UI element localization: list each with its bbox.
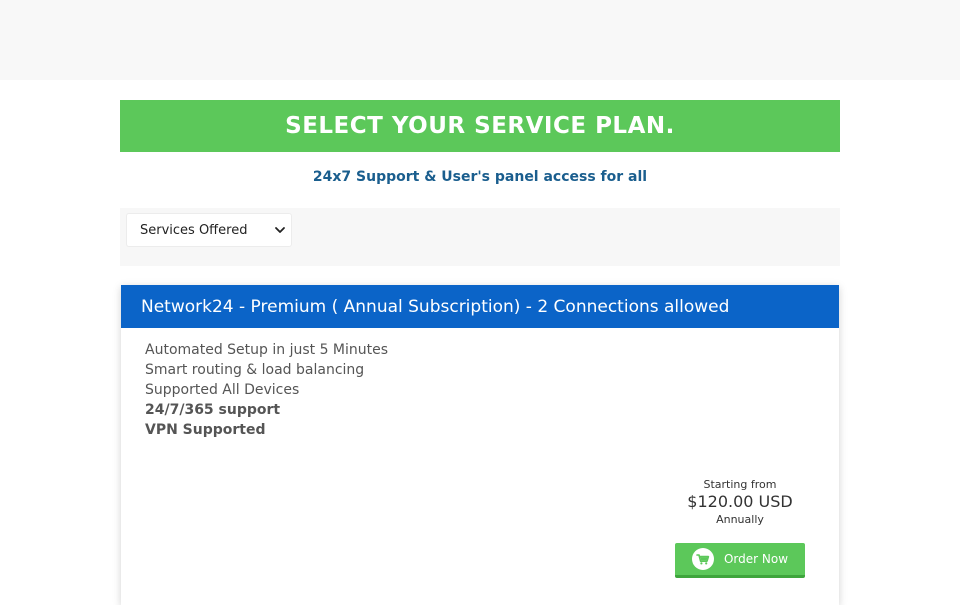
plan-header: Network24 - Premium ( Annual Subscriptio… xyxy=(121,285,839,328)
plan-feature: VPN Supported xyxy=(145,422,266,438)
billing-cycle: Annually xyxy=(716,513,764,526)
price-amount: $120.00 USD xyxy=(687,492,793,511)
filter-bar: Services Offered xyxy=(120,208,840,266)
services-offered-select[interactable]: Services Offered xyxy=(126,213,292,247)
page-banner: SELECT YOUR SERVICE PLAN. xyxy=(120,100,840,152)
order-now-button[interactable]: Order Now xyxy=(675,543,805,578)
plan-title: Network24 - Premium ( Annual Subscriptio… xyxy=(141,296,730,317)
plan-feature: Supported All Devices xyxy=(145,382,300,398)
page-title: SELECT YOUR SERVICE PLAN. xyxy=(285,113,675,139)
services-select-value: Services Offered xyxy=(140,222,248,238)
plan-feature: 24/7/365 support xyxy=(145,402,281,418)
page-content: SELECT YOUR SERVICE PLAN. 24x7 Support &… xyxy=(120,100,840,605)
plan-features: Automated Setup in just 5 Minutes Smart … xyxy=(121,328,839,440)
plan-card: Network24 - Premium ( Annual Subscriptio… xyxy=(121,285,839,605)
plan-feature: Automated Setup in just 5 Minutes xyxy=(145,342,389,358)
plan-feature: Smart routing & load balancing xyxy=(145,362,365,378)
page-tagline: 24x7 Support & User's panel access for a… xyxy=(312,169,648,185)
chevron-down-icon xyxy=(275,227,285,233)
price-prefix: Starting from xyxy=(703,478,777,491)
top-navbar xyxy=(0,0,960,80)
price-box: Starting from $120.00 USD Annually xyxy=(675,478,805,526)
order-now-label: Order Now xyxy=(723,552,789,566)
shopping-cart-icon xyxy=(691,548,714,570)
